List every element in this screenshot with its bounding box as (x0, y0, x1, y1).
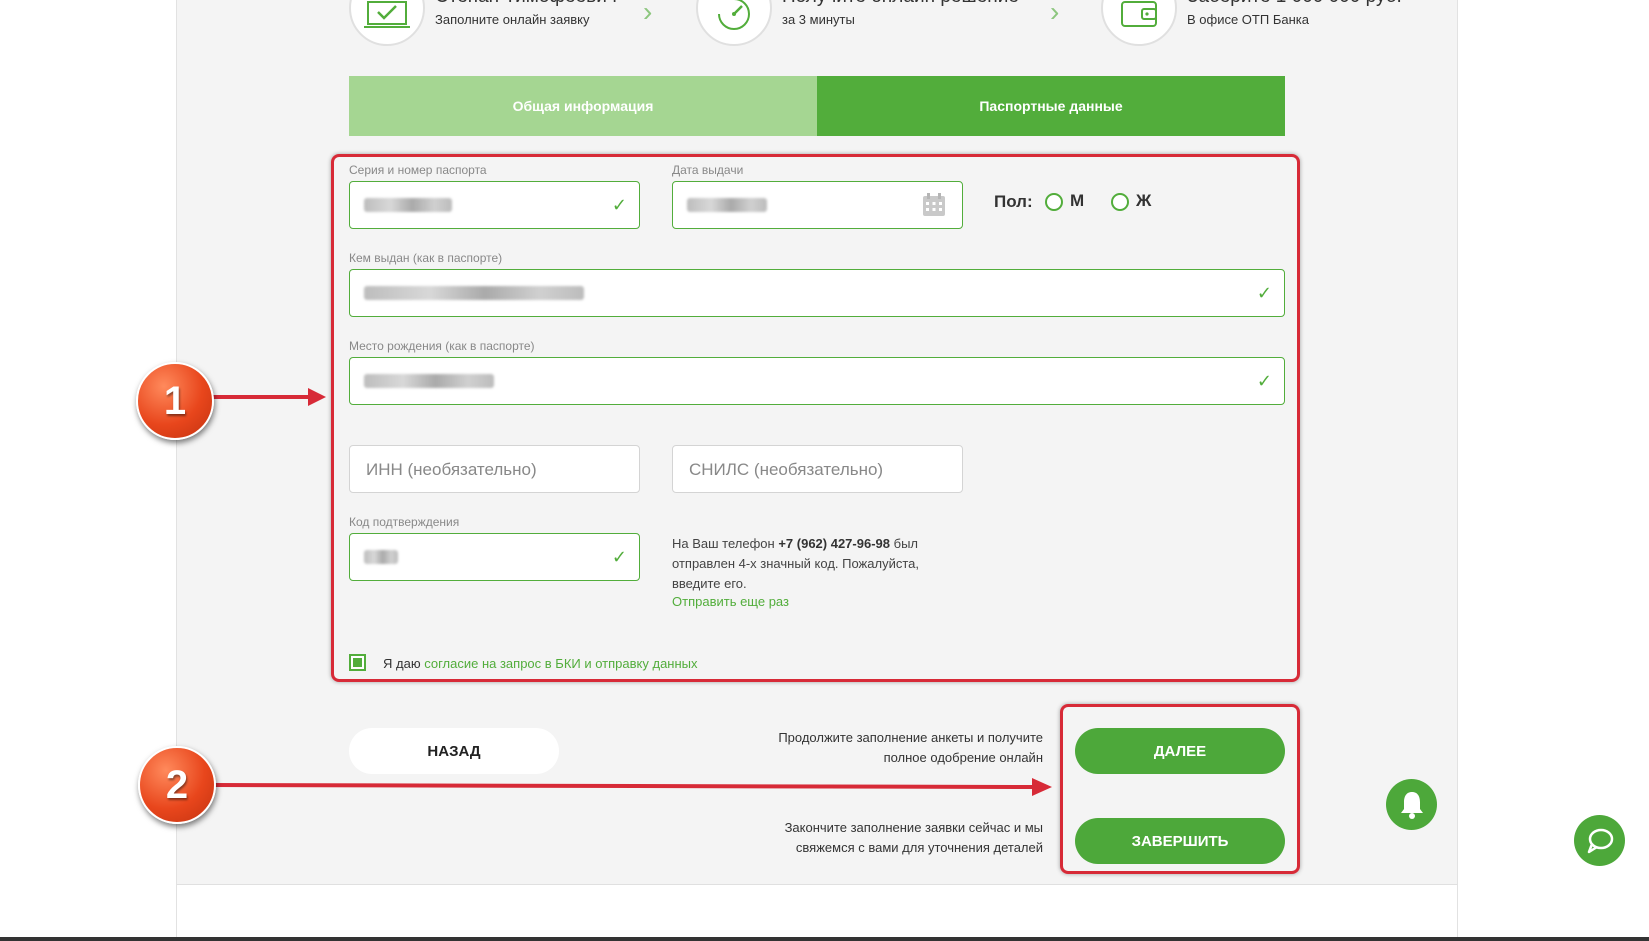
redacted-value (687, 198, 767, 212)
check-icon: ✓ (1256, 371, 1272, 391)
chevron-right-icon: › (1050, 0, 1060, 27)
check-icon: ✓ (1256, 283, 1272, 303)
step-title: Степан Тимофеевич (435, 0, 617, 8)
step-title: Получите онлайн решение (782, 0, 1019, 8)
tab-passport-data[interactable]: Паспортные данные (817, 76, 1285, 136)
consent-prefix: Я даю (383, 656, 421, 671)
finish-button[interactable]: ЗАВЕРШИТЬ (1075, 818, 1285, 864)
annotation-box-form (331, 154, 1300, 682)
annotation-marker-1: 1 (136, 362, 214, 440)
consent-link[interactable]: согласие на запрос в БКИ и отправку данн… (424, 656, 697, 671)
gender-male-label[interactable]: М (1070, 191, 1084, 211)
passport-number-input[interactable]: ✓ (349, 181, 640, 229)
birthplace-label: Место рождения (как в паспорте) (349, 339, 535, 353)
step-subtitle: В офисе ОТП Банка (1187, 12, 1309, 27)
check-icon: ✓ (611, 195, 627, 215)
annotation-marker-2: 2 (138, 746, 216, 824)
chevron-right-icon: › (643, 0, 653, 27)
inn-placeholder: ИНН (необязательно) (366, 460, 537, 479)
issue-date-label: Дата выдачи (672, 163, 744, 177)
inn-input[interactable]: ИНН (необязательно) (349, 445, 640, 493)
consent-checkbox[interactable] (349, 654, 366, 671)
consent-text: Я даю согласие на запрос в БКИ и отправк… (383, 656, 698, 671)
back-button[interactable]: НАЗАД (349, 728, 559, 774)
sms-info-text: На Ваш телефон +7 (962) 427-96-98 был от… (672, 534, 942, 594)
notifications-button[interactable] (1386, 779, 1437, 830)
page-footer-area (176, 885, 1458, 941)
window-bottom-edge (0, 937, 1649, 941)
chat-bubble-icon (1587, 828, 1613, 853)
step-title: Заберите 1 000 000 руб. (1187, 0, 1402, 8)
gender-male-radio[interactable] (1045, 193, 1063, 211)
sms-prefix: На Ваш телефон (672, 536, 775, 551)
phone-number: +7 (962) 427-96-98 (778, 536, 890, 551)
step-subtitle: Заполните онлайн заявку (435, 12, 590, 27)
confirmation-code-input[interactable]: ✓ (349, 533, 640, 581)
issued-by-label: Кем выдан (как в паспорте) (349, 251, 503, 265)
chat-button[interactable] (1574, 815, 1625, 866)
bell-icon (1400, 791, 1423, 819)
step-subtitle: за 3 минуты (782, 12, 855, 27)
tab-general-info[interactable]: Общая информация (349, 76, 817, 136)
issued-by-input[interactable]: ✓ (349, 269, 1285, 317)
confirmation-code-label: Код подтверждения (349, 515, 460, 529)
passport-number-label: Серия и номер паспорта (349, 163, 487, 177)
snils-input[interactable]: СНИЛС (необязательно) (672, 445, 963, 493)
next-hint: Продолжите заполнение анкеты и получите … (778, 730, 1043, 765)
issue-date-input[interactable] (672, 181, 963, 229)
gender-female-radio[interactable] (1111, 193, 1129, 211)
redacted-value (364, 550, 398, 564)
birthplace-input[interactable]: ✓ (349, 357, 1285, 405)
redacted-value (364, 374, 494, 388)
redacted-value (364, 198, 452, 212)
gender-label: Пол: (994, 192, 1033, 211)
redacted-value (364, 286, 584, 300)
finish-hint: Закончите заполнение заявки сейчас и мы … (784, 820, 1043, 855)
next-button[interactable]: ДАЛЕЕ (1075, 728, 1285, 774)
gender-female-label[interactable]: Ж (1136, 191, 1151, 211)
resend-code-link[interactable]: Отправить еще раз (672, 594, 789, 609)
form-tabs: Общая информация Паспортные данные (349, 76, 1285, 136)
calendar-icon[interactable] (922, 193, 946, 217)
check-icon: ✓ (611, 547, 627, 567)
snils-placeholder: СНИЛС (необязательно) (689, 460, 884, 479)
